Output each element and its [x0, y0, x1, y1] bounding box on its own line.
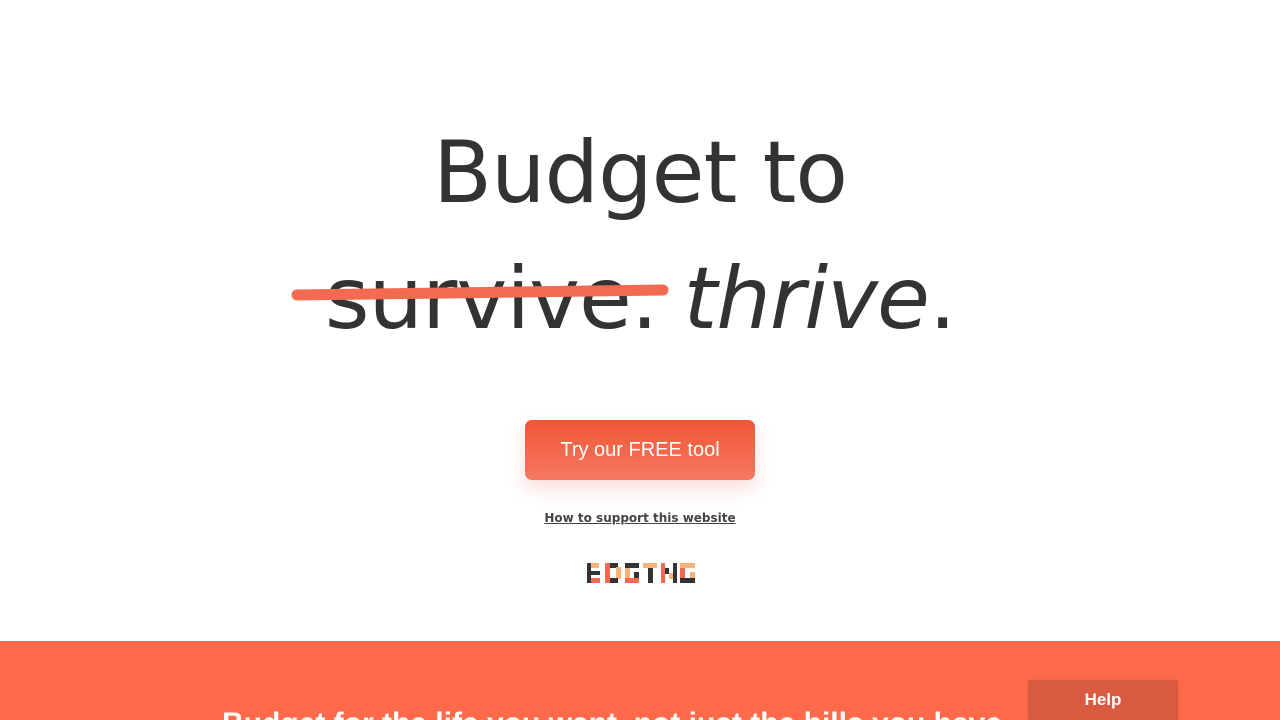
headline-period: . — [928, 249, 956, 349]
struck-word-text: survive. — [324, 249, 659, 349]
hero-headline-line2: survive. thrive. — [0, 244, 1280, 354]
support-link-container: How to support this website — [0, 511, 1280, 525]
bdgtng-logo — [587, 563, 695, 583]
thrive-word: thrive — [683, 249, 930, 349]
support-website-link[interactable]: How to support this website — [544, 511, 735, 525]
landing-page: Budget to survive. thrive. Try our FREE … — [0, 0, 1280, 720]
help-button[interactable]: Help — [1028, 680, 1178, 720]
banner-headline: Budget for the life you want, not just t… — [222, 707, 1010, 720]
struck-word: survive. — [291, 244, 669, 354]
hero-headline-line1: Budget to — [433, 123, 848, 223]
try-free-tool-button[interactable]: Try our FREE tool — [525, 420, 755, 480]
